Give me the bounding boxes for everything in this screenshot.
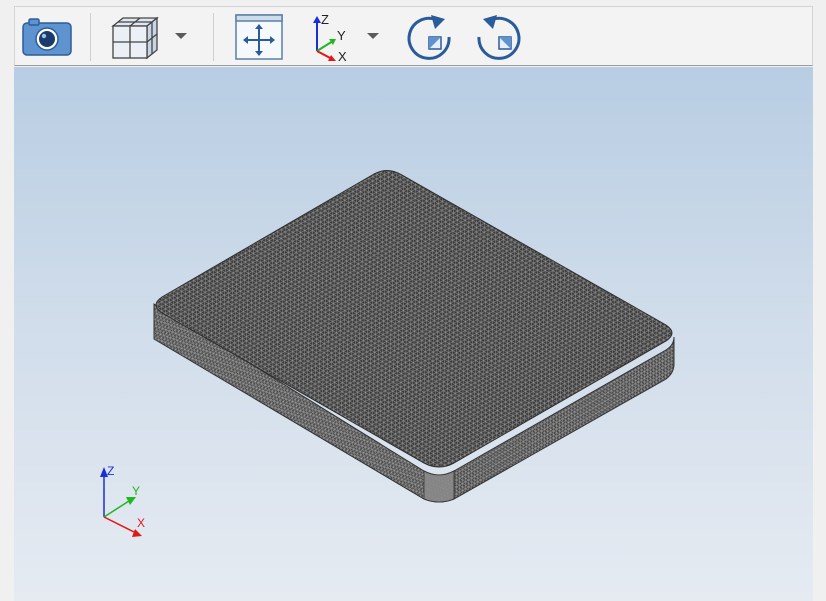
triad-x-arrowhead <box>132 529 142 537</box>
rotate-counterclockwise-icon <box>477 15 521 60</box>
triad-y-arrowhead <box>126 497 136 505</box>
triad-y-label: Y <box>132 484 140 498</box>
triad-x-axis <box>103 516 135 533</box>
axis-icon-x-label: X <box>338 49 347 63</box>
model-scene: Z Y X <box>100 170 675 537</box>
fit-all-icon <box>235 14 283 60</box>
mesh-top-face <box>155 170 673 468</box>
axis-triad: Z Y X <box>100 464 145 537</box>
camera-icon <box>22 18 72 56</box>
3d-viewport[interactable]: Z Y X <box>14 67 813 601</box>
mesh-corner-front <box>423 470 455 503</box>
toolbar: Z Y X <box>14 6 813 66</box>
rotate-counterclockwise-button[interactable] <box>469 11 529 63</box>
triad-z-label: Z <box>107 464 114 478</box>
view-cube-icon <box>111 16 159 60</box>
view-cube-button[interactable] <box>107 11 161 63</box>
triad-y-axis <box>103 500 130 518</box>
triad-x-label: X <box>137 516 145 530</box>
view-cube-dropdown[interactable] <box>175 33 187 39</box>
axis-icon-y-label: Y <box>337 28 346 43</box>
rotate-clockwise-button[interactable] <box>399 11 459 63</box>
axis-orientation-button[interactable]: Z Y X <box>305 11 361 63</box>
toolbar-separator <box>213 13 214 61</box>
toolbar-separator <box>90 13 91 61</box>
fit-all-button[interactable] <box>231 11 287 63</box>
screenshot-button[interactable] <box>19 11 75 63</box>
axis-orientation-dropdown[interactable] <box>367 33 379 39</box>
axis-icon-z-label: Z <box>321 12 329 27</box>
rotate-clockwise-icon <box>407 15 451 60</box>
axis-triad-icon: Z Y X <box>313 12 347 63</box>
